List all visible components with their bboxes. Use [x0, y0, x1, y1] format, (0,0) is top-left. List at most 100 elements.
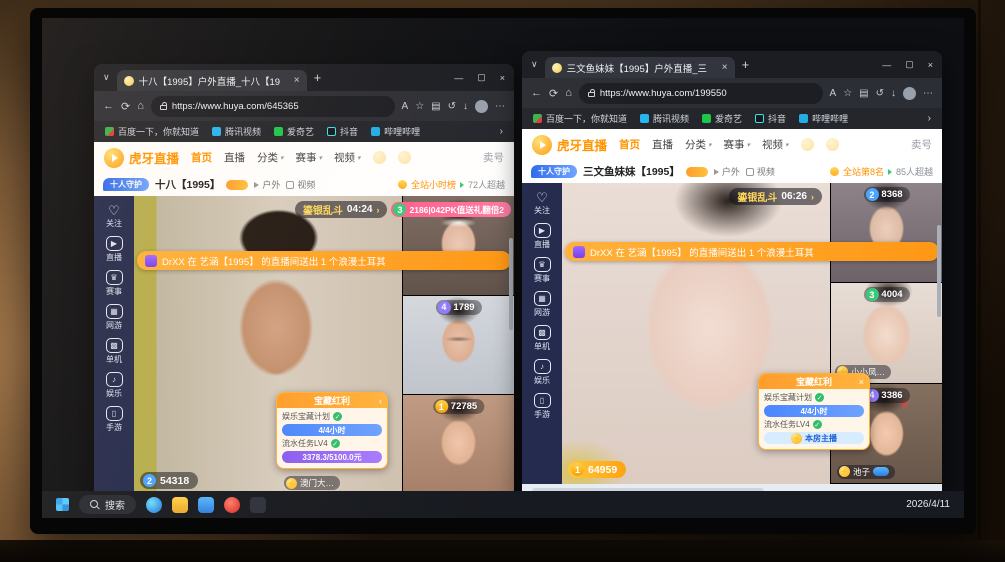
guest-video-cell[interactable]: 1 72785	[403, 395, 514, 496]
close-button[interactable]: ×	[928, 60, 933, 70]
huya-logo[interactable]: 虎牙直播	[532, 134, 607, 155]
favorite-star-icon[interactable]: ☆	[843, 88, 852, 99]
bookmark-bilibili[interactable]: 哔哩哔哩	[799, 112, 848, 125]
browser-tab[interactable]: 十八【1995】户外直播_十八【19 ×	[116, 70, 307, 91]
close-icon[interactable]: ×	[859, 377, 864, 387]
nav-live[interactable]: 直播	[224, 150, 245, 165]
address-bar[interactable]: https://www.huya.com/645365	[150, 95, 395, 117]
pk-timer-pill[interactable]: 鎏银乱斗 06:26 ›	[729, 188, 822, 205]
bookmark-iqiyi[interactable]: 爱奇艺	[702, 112, 742, 125]
huya-logo[interactable]: 虎牙直播	[104, 147, 179, 168]
more-menu-icon[interactable]: ⋯	[923, 88, 933, 99]
maximize-button[interactable]: ▢	[905, 59, 914, 70]
tab-search-chevron-icon[interactable]: ∨	[103, 72, 110, 83]
bookmarks-overflow-icon[interactable]: ›	[500, 126, 503, 137]
page-scrollbar[interactable]	[509, 238, 513, 330]
read-aloud-icon[interactable]: A	[830, 88, 837, 99]
promo-activity-icon[interactable]	[825, 138, 839, 151]
browser-tab[interactable]: 三文鱼妹妹【1995】户外直播_三 ×	[544, 57, 735, 78]
guest-video-cell[interactable]: 4 1789	[403, 295, 514, 396]
sidebar-item-pcgames[interactable]: ▩ 单机	[533, 325, 551, 352]
taskbar-app-icon-blue[interactable]	[198, 496, 214, 513]
close-button[interactable]: ×	[500, 73, 505, 83]
minimize-button[interactable]: —	[882, 60, 891, 70]
sidebar-item-mobilegames[interactable]: ▯ 手游	[105, 406, 123, 433]
bookmark-douyin[interactable]: 抖音	[327, 125, 358, 138]
nav-video[interactable]: 视频 ▾	[334, 150, 361, 165]
profile-avatar[interactable]	[903, 86, 916, 100]
category-tag[interactable]: 户外	[713, 165, 740, 178]
taskbar-date[interactable]: 2026/4/11	[906, 499, 950, 510]
maximize-button[interactable]: ▢	[477, 72, 486, 83]
nav-esports[interactable]: 赛事 ▾	[296, 150, 323, 165]
file-explorer-icon[interactable]	[172, 496, 188, 513]
sidebar-item-mobilegames[interactable]: ▯ 手游	[533, 393, 551, 420]
sidebar-item-webgames[interactable]: ▦ 网游	[533, 291, 551, 318]
page-scrollbar[interactable]	[937, 225, 941, 317]
sidebar-item-pcgames[interactable]: ▩ 单机	[105, 338, 123, 365]
guest-video-cell[interactable]: 3 4004 ⚡ 小小凤…	[831, 283, 942, 384]
bookmarks-overflow-icon[interactable]: ›	[928, 113, 931, 124]
nav-categories[interactable]: 分类 ▾	[257, 150, 284, 165]
guest-video-cell[interactable]: 2 8368	[831, 183, 942, 284]
bookmark-tencent-video[interactable]: 腾讯视频	[212, 125, 261, 138]
bookmark-iqiyi[interactable]: 爱奇艺	[274, 125, 314, 138]
new-tab-button[interactable]: +	[742, 57, 750, 72]
bookmark-bilibili[interactable]: 哔哩哔哩	[371, 125, 420, 138]
sell-account-link[interactable]: 卖号	[483, 150, 504, 165]
new-tab-button[interactable]: +	[314, 70, 322, 85]
tab-close-icon[interactable]: ×	[294, 75, 300, 86]
sell-account-link[interactable]: 卖号	[911, 137, 932, 152]
home-button[interactable]: ⌂	[137, 100, 144, 112]
history-icon[interactable]: ↺	[448, 101, 456, 112]
downloads-icon[interactable]: ↓	[463, 101, 468, 112]
sidebar-item-esports[interactable]: ♛ 赛事	[105, 270, 123, 297]
bookmark-baidu[interactable]: 百度一下，你就知道	[533, 112, 627, 125]
sidebar-item-live[interactable]: ▶ 直播	[533, 223, 551, 250]
home-button[interactable]: ⌂	[565, 87, 572, 99]
tab-close-icon[interactable]: ×	[722, 62, 728, 73]
bookmark-douyin[interactable]: 抖音	[755, 112, 786, 125]
read-aloud-icon[interactable]: A	[402, 101, 409, 112]
sidebar-item-entertainment[interactable]: ♪ 娱乐	[105, 372, 123, 399]
video-tab[interactable]: 视频	[745, 165, 775, 178]
address-bar[interactable]: https://www.huya.com/199550	[578, 82, 823, 104]
sidebar-item-esports[interactable]: ♛ 赛事	[533, 257, 551, 284]
pk-timer-pill[interactable]: 鎏银乱斗 04:24 ›	[294, 201, 388, 218]
refresh-button[interactable]: ⟳	[121, 100, 130, 113]
windows-start-icon[interactable]	[56, 498, 69, 511]
collections-icon[interactable]: ▤	[431, 101, 440, 112]
nav-video[interactable]: 视频 ▾	[762, 137, 789, 152]
minimize-button[interactable]: —	[454, 73, 463, 83]
collections-icon[interactable]: ▤	[859, 88, 868, 99]
back-button[interactable]: ←	[103, 100, 114, 112]
nav-esports[interactable]: 赛事 ▾	[724, 137, 751, 152]
nav-home[interactable]: 首页	[191, 150, 212, 165]
taskbar-search[interactable]: 搜索	[79, 495, 136, 514]
nav-categories[interactable]: 分类 ▾	[685, 137, 712, 152]
sidebar-item-entertainment[interactable]: ♪ 娱乐	[533, 359, 551, 386]
downloads-icon[interactable]: ↓	[891, 88, 896, 99]
taskbar-app-icon-dark[interactable]	[250, 496, 266, 513]
taskbar-app-icon-red[interactable]	[224, 496, 240, 513]
collapse-icon[interactable]: ‹	[379, 396, 382, 406]
bookmark-tencent-video[interactable]: 腾讯视频	[640, 112, 689, 125]
back-button[interactable]: ←	[531, 87, 542, 99]
more-menu-icon[interactable]: ⋯	[495, 101, 505, 112]
history-icon[interactable]: ↺	[876, 88, 884, 99]
favorite-star-icon[interactable]: ☆	[415, 101, 424, 112]
tab-search-chevron-icon[interactable]: ∨	[531, 59, 538, 70]
bookmark-baidu[interactable]: 百度一下，你就知道	[105, 125, 199, 138]
sidebar-item-follow[interactable]: ♡ 关注	[534, 190, 551, 216]
refresh-button[interactable]: ⟳	[549, 87, 558, 100]
category-tag[interactable]: 户外	[254, 178, 280, 191]
sidebar-item-webgames[interactable]: ▦ 网游	[105, 304, 123, 331]
sidebar-item-follow[interactable]: ♡ 关注	[106, 203, 123, 229]
profile-avatar[interactable]	[475, 99, 488, 113]
nav-live[interactable]: 直播	[652, 137, 673, 152]
promo-activity-icon[interactable]	[372, 151, 386, 164]
nav-home[interactable]: 首页	[619, 137, 640, 152]
sidebar-item-live[interactable]: ▶ 直播	[105, 236, 123, 263]
video-tab[interactable]: 视频	[286, 178, 315, 191]
edge-taskbar-icon[interactable]	[146, 496, 162, 513]
